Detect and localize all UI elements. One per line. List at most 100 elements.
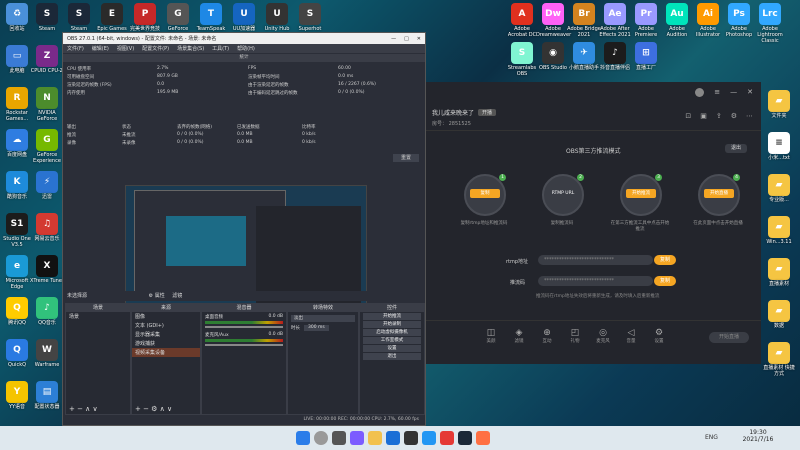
control-button[interactable]: 退出 bbox=[363, 353, 421, 360]
menu-item[interactable]: 文件(F) bbox=[67, 45, 84, 52]
tool-button[interactable]: ◁ 音量 bbox=[618, 328, 644, 344]
tool-button[interactable]: ⚙ 设置 bbox=[646, 328, 672, 344]
desktop-icon[interactable]: e Microsoft Edge bbox=[0, 255, 34, 290]
game-taskbar-icon[interactable] bbox=[476, 431, 490, 445]
desktop-icon[interactable]: Dw Adobe Dreamweaver bbox=[536, 3, 571, 38]
desktop-icon[interactable]: Q QuickQ bbox=[0, 339, 34, 368]
desktop-icon[interactable]: Z CPUID CPU-Z bbox=[30, 45, 64, 74]
menu-item[interactable]: 场景集合(S) bbox=[177, 45, 204, 52]
desktop-icon[interactable]: E Epic Games bbox=[95, 3, 129, 32]
control-button[interactable]: 设置 bbox=[363, 345, 421, 352]
desktop-icon[interactable]: ▰ 专业版... bbox=[762, 174, 796, 203]
desktop-icon[interactable]: T TeamSpeak bbox=[194, 3, 228, 32]
desktop-icon[interactable]: ▭ 此电脑 bbox=[0, 45, 34, 74]
desktop-icon[interactable]: G GeForce Experience bbox=[30, 129, 64, 164]
obs-taskbar-icon[interactable] bbox=[404, 431, 418, 445]
menu-item[interactable]: 帮助(H) bbox=[237, 45, 255, 52]
desktop-icon[interactable]: Br Adobe Bridge 2021 bbox=[567, 3, 601, 38]
menu-item[interactable]: 工具(T) bbox=[212, 45, 229, 52]
minimize-icon[interactable]: — bbox=[730, 88, 737, 97]
desktop-icon[interactable]: ▰ 直播素材 快捷方式 bbox=[762, 342, 796, 377]
desktop-icon[interactable]: S Steam bbox=[30, 3, 64, 32]
desktop-icon[interactable]: ♻ 回收站 bbox=[0, 3, 34, 32]
transition-select[interactable]: 淡出 bbox=[291, 315, 355, 322]
clock[interactable]: 19:30 2021/7/16 bbox=[738, 429, 778, 443]
step-button[interactable]: 开始直播 bbox=[704, 189, 734, 198]
widgets-icon[interactable] bbox=[350, 431, 364, 445]
minimize-icon[interactable]: — bbox=[391, 36, 396, 42]
control-button[interactable]: 工作室模式 bbox=[363, 337, 421, 344]
desktop-icon[interactable]: U Unity Hub bbox=[260, 3, 294, 32]
more-icon[interactable]: ⋯ bbox=[746, 112, 753, 120]
desktop-icon[interactable]: ▰ 数据 bbox=[762, 300, 796, 329]
close-icon[interactable]: ✕ bbox=[417, 36, 421, 42]
music-taskbar-icon[interactable] bbox=[440, 431, 454, 445]
lock-icon[interactable]: ⊡ bbox=[685, 112, 691, 120]
share-icon[interactable]: ⇪ bbox=[716, 112, 722, 120]
search-icon[interactable] bbox=[314, 431, 328, 445]
desktop-icon[interactable]: Au Adobe Audition bbox=[660, 3, 694, 38]
step-button[interactable]: 开始推流 bbox=[626, 189, 656, 198]
desktop-icon[interactable]: ▰ 文件夹 bbox=[762, 90, 796, 119]
screen-icon[interactable]: ▣ bbox=[700, 112, 707, 120]
desktop-icon[interactable]: ▰ Win...3.11 bbox=[762, 216, 796, 245]
start-live-button[interactable]: 开始直播 bbox=[709, 332, 749, 343]
menu-item[interactable]: 视图(V) bbox=[117, 45, 134, 52]
desktop-icon[interactable]: S Streamlabs OBS bbox=[505, 42, 539, 77]
desktop-icon[interactable]: K 酷狗音乐 bbox=[0, 171, 34, 200]
desktop-icon[interactable]: Q 腾讯QQ bbox=[0, 297, 34, 326]
source-item[interactable]: 游戏捕获 bbox=[132, 339, 200, 348]
rtmp-field[interactable]: **************************** bbox=[538, 255, 653, 265]
step-button[interactable]: 复制 bbox=[470, 189, 500, 198]
properties-button[interactable]: 属性 bbox=[155, 293, 165, 299]
desktop-icon[interactable]: Ai Adobe Illustrator bbox=[691, 3, 725, 38]
gear-icon[interactable]: ⚙ bbox=[149, 293, 153, 299]
close-icon[interactable]: ✕ bbox=[747, 88, 753, 97]
desktop-icon[interactable]: ◉ OBS Studio bbox=[536, 42, 570, 71]
tool-button[interactable]: ◈ 滤镜 bbox=[506, 328, 532, 344]
scene-controls[interactable]: + − ∧ ∨ bbox=[69, 405, 98, 413]
desktop-icon[interactable]: ▤ 配置状态器 bbox=[30, 381, 64, 410]
desktop-icon[interactable]: ♪ QQ音乐 bbox=[30, 297, 64, 326]
source-controls[interactable]: + − ⚙ ∧ ∨ bbox=[135, 405, 172, 413]
copy-key-button[interactable]: 复制 bbox=[654, 276, 676, 286]
desktop-icon[interactable]: Lrc Adobe Lightroom Classic bbox=[753, 3, 787, 44]
desktop-icon[interactable]: N NVIDIA GeForce bbox=[30, 87, 64, 122]
app-taskbar-icon[interactable] bbox=[422, 431, 436, 445]
avatar[interactable] bbox=[695, 88, 705, 97]
desktop-icon[interactable]: ≡ 小米...txt bbox=[762, 132, 796, 161]
desktop-icon[interactable]: ▰ 直播素材 bbox=[762, 258, 796, 287]
filters-button[interactable]: 滤镜 bbox=[172, 293, 182, 299]
maximize-icon[interactable]: □ bbox=[404, 36, 409, 42]
tool-button[interactable]: ◰ 礼物 bbox=[562, 328, 588, 344]
menu-icon[interactable]: ≡ bbox=[714, 88, 720, 97]
menu-item[interactable]: 配置文件(P) bbox=[142, 45, 169, 52]
source-item[interactable]: 图像 bbox=[132, 312, 200, 321]
duration-input[interactable]: 300 ms bbox=[304, 325, 329, 331]
desktop-icon[interactable]: ♪ 抖音直播伴侣 bbox=[598, 42, 632, 71]
source-item[interactable]: 显示器采集 bbox=[132, 330, 200, 339]
step-button[interactable]: RTMP URL bbox=[548, 189, 578, 198]
desktop-icon[interactable]: S Superhot bbox=[293, 3, 327, 32]
control-button[interactable]: 开始推流 bbox=[363, 313, 421, 320]
file-explorer-icon[interactable] bbox=[368, 431, 382, 445]
control-button[interactable]: 启动虚拟摄像机 bbox=[363, 329, 421, 336]
language-indicator[interactable]: ENG bbox=[705, 434, 718, 441]
copy-rtmp-button[interactable]: 复制 bbox=[654, 255, 676, 265]
desktop-icon[interactable]: X XTreme Tuner bbox=[30, 255, 64, 284]
control-button[interactable]: 开始录制 bbox=[363, 321, 421, 328]
desktop-icon[interactable]: ☁ 百度网盘 bbox=[0, 129, 34, 158]
task-view-icon[interactable] bbox=[332, 431, 346, 445]
desktop-icon[interactable]: W Warframe bbox=[30, 339, 64, 368]
volume-slider[interactable] bbox=[205, 344, 283, 346]
desktop-icon[interactable]: A Adobe Acrobat DC bbox=[505, 3, 539, 38]
tool-button[interactable]: ⊕ 互动 bbox=[534, 328, 560, 344]
desktop-icon[interactable]: Ps Adobe Photoshop bbox=[722, 3, 756, 38]
exit-button[interactable]: 退出 bbox=[725, 144, 747, 153]
menu-item[interactable]: 编辑(E) bbox=[92, 45, 109, 52]
desktop-icon[interactable]: Y YY语音 bbox=[0, 381, 34, 410]
desktop-icon[interactable]: U UU加速器 bbox=[227, 3, 261, 32]
desktop-icon[interactable]: G GeForce bbox=[161, 3, 195, 32]
desktop-icon[interactable]: S1 Studio One V3.5 bbox=[0, 213, 34, 248]
desktop-icon[interactable]: ⚡ 迅雷 bbox=[30, 171, 64, 200]
